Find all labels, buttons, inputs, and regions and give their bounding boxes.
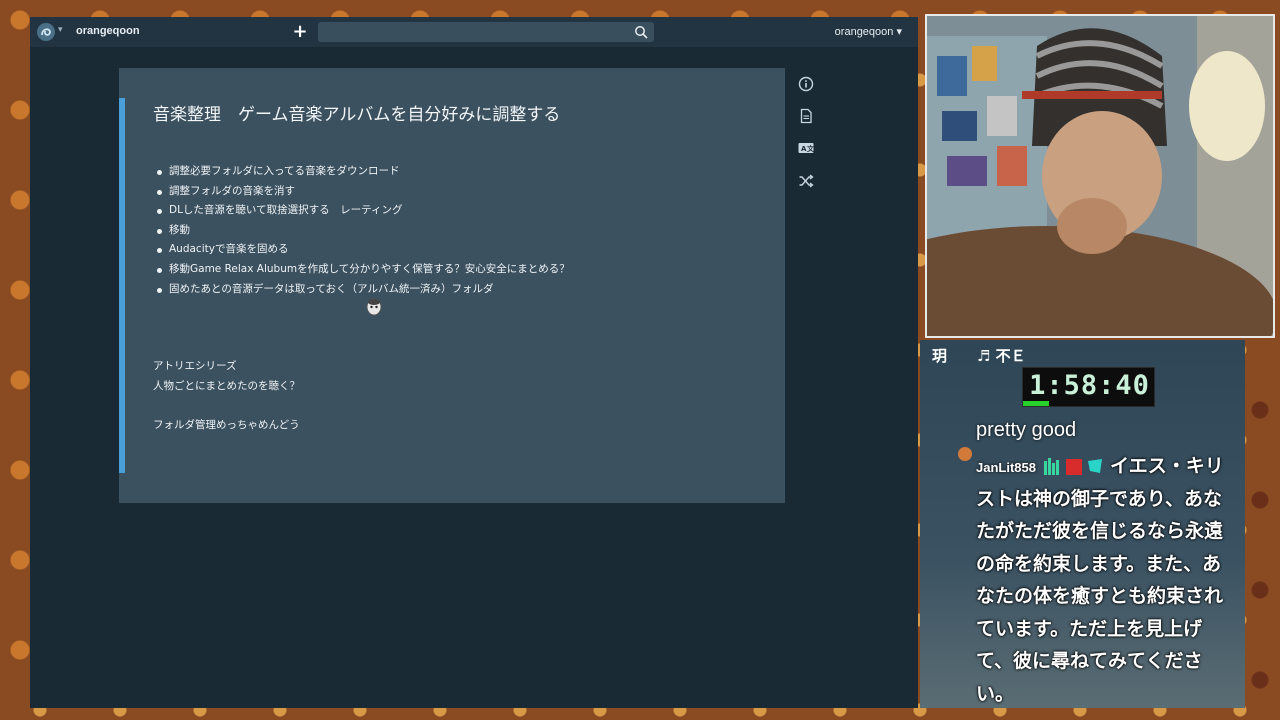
list-item[interactable]: 移動	[157, 221, 570, 241]
mascot-cursor-icon	[366, 298, 382, 316]
list-item[interactable]: 調整必要フォルダに入ってる音楽をダウンロード	[157, 162, 570, 182]
document-icon[interactable]	[798, 108, 814, 124]
chevron-down-icon[interactable]: ▾	[58, 25, 63, 35]
list-item[interactable]: 固めたあとの音源データは取っておく（アルバム統一済み）フォルダ	[157, 280, 570, 300]
add-note-button[interactable]: +	[290, 21, 310, 43]
list-item[interactable]: 移動Game Relax Alubumを作成して分かりやすく保管する？安心安全に…	[157, 260, 570, 280]
note-title[interactable]: 音楽整理 ゲーム音楽アルバムを自分好みに調整する	[153, 100, 560, 125]
note-paragraph[interactable]: アトリエシリーズ	[153, 358, 236, 373]
note-card[interactable]: 音楽整理 ゲーム音楽アルバムを自分好みに調整する 調整必要フォルダに入ってる音楽…	[119, 68, 785, 503]
list-item[interactable]: 調整フォルダの音楽を消す	[157, 182, 570, 202]
account-name: orangeqoon	[834, 26, 894, 38]
timer-progress-bar	[1023, 401, 1050, 406]
note-paragraph[interactable]: フォルダ管理めっちゃめんどう	[153, 417, 300, 432]
chat-message-body: イエス・キリストは神の御子であり、あなたがただ彼を信じるなら永遠の命を約束します…	[976, 455, 1224, 705]
chevron-down-icon: ▾	[896, 26, 902, 38]
webcam-image	[927, 16, 1273, 336]
account-menu[interactable]: orangeqoon ▾	[835, 25, 902, 38]
note-accent-bar	[119, 98, 125, 473]
translate-icon[interactable]: A 文	[798, 140, 814, 156]
notes-app-window: ▾ orangeqoon + orangeqoon ▾ 音楽整理 ゲーム音楽アル…	[30, 17, 918, 708]
chat-user-avatar	[958, 447, 972, 461]
stream-timer: 1:58:40	[1022, 367, 1155, 407]
app-logo-icon[interactable]	[36, 22, 56, 42]
info-icon[interactable]	[798, 76, 814, 92]
list-item[interactable]: DLした音源を聴いて取捨選択する レーティング	[157, 201, 570, 221]
chat-message: pretty good	[976, 419, 1077, 441]
shuffle-icon[interactable]	[798, 173, 814, 189]
search-bar[interactable]	[318, 22, 654, 44]
note-paragraph[interactable]: 人物ごとにまとめたのを聴く？	[153, 378, 300, 393]
search-input[interactable]	[318, 24, 654, 44]
timer-text: 1:58:40	[1029, 370, 1150, 401]
svg-text:文: 文	[807, 144, 814, 153]
webcam-feed	[925, 14, 1275, 338]
top-bar: ▾ orangeqoon + orangeqoon ▾	[30, 17, 918, 47]
workspace-name[interactable]: orangeqoon	[76, 25, 140, 37]
now-playing-ticker: 玥 ♬ 不Ｅ	[932, 347, 1026, 365]
note-bullet-list: 調整必要フォルダに入ってる音楽をダウンロード 調整フォルダの音楽を消す DLした…	[157, 162, 570, 299]
search-icon[interactable]	[634, 25, 648, 39]
list-item[interactable]: Audacityで音楽を固める	[157, 240, 570, 260]
